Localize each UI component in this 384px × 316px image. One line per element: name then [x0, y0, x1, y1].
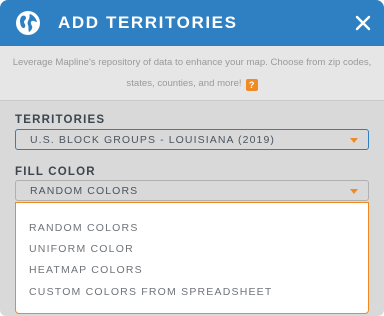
territories-select[interactable]: U.S. BLOCK GROUPS - LOUISIANA (2019)	[15, 129, 369, 150]
caret-down-icon	[350, 189, 358, 194]
territories-label: TERRITORIES	[15, 114, 106, 126]
dialog-header: ADD TERRITORIES	[0, 0, 384, 46]
fill-color-label: FILL COLOR	[15, 166, 96, 178]
help-icon[interactable]: ?	[245, 79, 258, 91]
close-icon[interactable]	[352, 12, 374, 34]
globe-icon	[16, 11, 40, 35]
intro-text-line-2: states, counties, and more!?	[0, 78, 384, 91]
intro-text-line-2-text: states, counties, and more!	[126, 78, 242, 89]
dropdown-option-heatmap-colors[interactable]: HEATMAP COLORS	[29, 264, 143, 276]
intro-panel: Leverage Mapline's repository of data to…	[0, 46, 384, 100]
dropdown-option-random-colors[interactable]: RANDOM COLORS	[29, 222, 139, 234]
dropdown-option-uniform-color[interactable]: UNIFORM COLOR	[29, 243, 134, 255]
fill-color-dropdown: RANDOM COLORS UNIFORM COLOR HEATMAP COLO…	[15, 202, 369, 314]
add-territories-dialog: ADD TERRITORIES Leverage Mapline's repos…	[0, 0, 384, 316]
dialog-title: ADD TERRITORIES	[58, 13, 238, 32]
caret-down-icon	[350, 138, 358, 143]
divider	[0, 100, 384, 101]
territories-select-value: U.S. BLOCK GROUPS - LOUISIANA (2019)	[30, 133, 275, 146]
intro-text-line-1: Leverage Mapline's repository of data to…	[12, 57, 372, 68]
fill-color-select[interactable]: RANDOM COLORS	[15, 180, 369, 201]
fill-color-select-value: RANDOM COLORS	[30, 184, 139, 197]
dropdown-option-custom-colors[interactable]: CUSTOM COLORS FROM SPREADSHEET	[29, 286, 273, 298]
